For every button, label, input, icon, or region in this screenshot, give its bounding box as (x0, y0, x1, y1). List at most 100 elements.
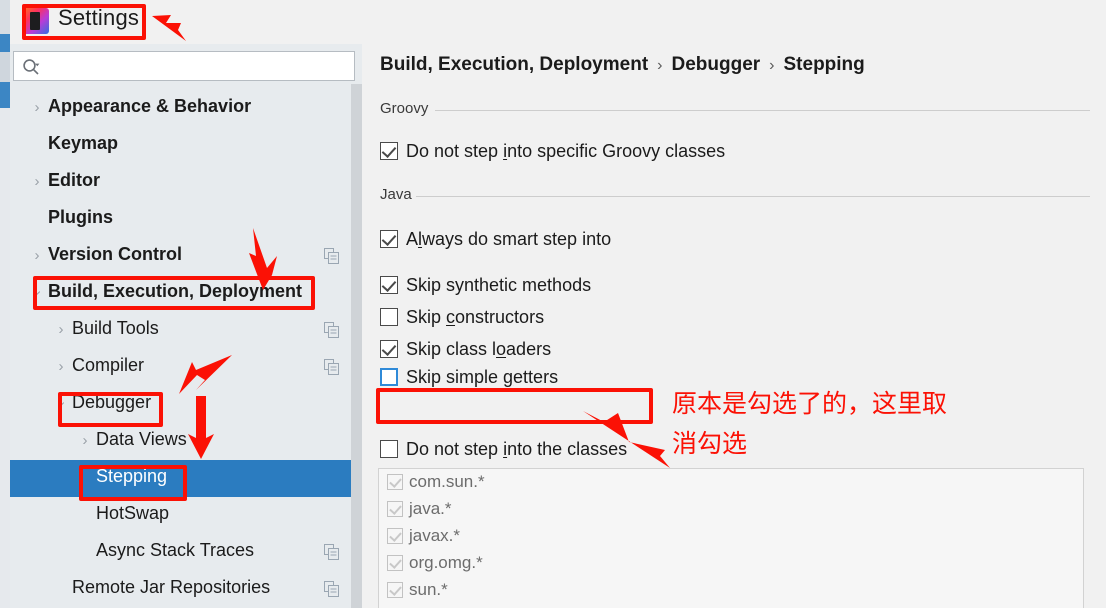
sidebar-item-debugger[interactable]: › Debugger (10, 386, 362, 423)
breadcrumb: Build, Execution, Deployment › Debugger › St… (380, 54, 865, 76)
class-filter-label: jdk.internal.* (409, 604, 503, 608)
sidebar-item-appearance-behavior[interactable]: › Appearance & Behavior (10, 90, 362, 127)
label-part: A (406, 229, 419, 249)
class-filter-row[interactable]: javax.* (379, 523, 1083, 550)
sidebar-item-data-views[interactable]: › Data Views (10, 423, 362, 460)
checkbox-label: Skip synthetic methods (406, 272, 591, 298)
sidebar-item-stepping[interactable]: Stepping (10, 460, 362, 497)
checkbox-label: Do not step into specific Groovy classes (406, 138, 725, 164)
checkbox-checked-disabled-icon (387, 528, 403, 544)
sidebar-item-plugins[interactable]: Plugins (10, 201, 362, 238)
chevron-right-icon[interactable]: › (78, 433, 92, 448)
checkbox-checked-icon[interactable] (380, 276, 398, 294)
sidebar-item-label: Build, Execution, Deployment (48, 281, 303, 301)
class-filter-row[interactable]: org.omg.* (379, 550, 1083, 577)
checkbox-label: Always do smart step into (406, 226, 611, 252)
chevron-right-icon[interactable]: › (30, 174, 44, 189)
sidebar-item-async-stack-traces[interactable]: Async Stack Traces (10, 534, 362, 571)
checkbox-checked-disabled-icon (387, 474, 403, 490)
class-filter-row[interactable]: sun.* (379, 577, 1083, 604)
ide-background-strip (0, 0, 10, 608)
label-part: Skip simple (406, 367, 504, 387)
class-filter-label: java.* (409, 499, 452, 518)
label-part: Do not step (406, 141, 504, 161)
sidebar-item-compiler[interactable]: › Compiler (10, 349, 362, 386)
chevron-down-icon[interactable]: › (53, 397, 70, 411)
sidebar-item-label: Editor (48, 170, 100, 190)
sidebar-item-remote-jar-repositories[interactable]: Remote Jar Repositories (10, 571, 362, 608)
label-part: ways do smart step into (422, 229, 612, 249)
copy-icon[interactable] (324, 544, 340, 560)
chevron-right-icon[interactable]: › (54, 359, 68, 374)
checkbox-checked-icon[interactable] (380, 230, 398, 248)
section-header-groovy: Groovy (380, 100, 1090, 120)
section-rule (435, 110, 1090, 111)
checkbox-label: Skip simple getters (406, 364, 558, 390)
section-header-java: Java (380, 186, 1090, 206)
label-part: Skip class l (406, 339, 497, 359)
checkbox-unchecked-icon[interactable] (380, 308, 398, 326)
search-box[interactable] (13, 51, 355, 82)
sidebar-item-label: Compiler (72, 355, 145, 375)
class-filter-row[interactable]: jdk.internal.* (379, 604, 1083, 608)
settings-tree[interactable]: › Appearance & Behavior Keymap › Editor Plugi… (10, 90, 362, 608)
label-part: aders (506, 339, 552, 359)
dialog-title-bar: Settings (10, 0, 1106, 44)
copy-icon[interactable] (324, 581, 340, 597)
checkbox-label: Skip constructors (406, 304, 544, 330)
sidebar-item-label: Data Views (96, 429, 187, 449)
dialog-title: Settings (58, 5, 140, 30)
chevron-right-icon[interactable]: › (30, 248, 44, 263)
sidebar-item-keymap[interactable]: Keymap (10, 127, 362, 164)
sidebar-item-label: Build Tools (72, 318, 159, 338)
checkbox-checked-disabled-icon (387, 501, 403, 517)
breadcrumb-part: Build, Execution, Deployment (380, 54, 649, 75)
settings-sidebar: › Appearance & Behavior Keymap › Editor Plugi… (10, 44, 362, 608)
copy-icon[interactable] (324, 359, 340, 375)
checkbox-checked-disabled-icon (387, 582, 403, 598)
settings-content-pane: Build, Execution, Deployment › Debugger › St… (362, 44, 1106, 608)
breadcrumb-part: Stepping (783, 54, 865, 75)
search-icon (23, 59, 40, 75)
copy-icon[interactable] (324, 322, 340, 338)
sidebar-item-label: Appearance & Behavior (48, 96, 252, 116)
settings-dialog-screenshot: Settings › Appearance & Behavior Keymap › Ed… (0, 0, 1106, 608)
sidebar-item-label: Remote Jar Repositories (72, 577, 271, 597)
checkbox-checked-disabled-icon (387, 555, 403, 571)
label-part: etters (513, 367, 559, 387)
sidebar-item-version-control[interactable]: › Version Control (10, 238, 362, 275)
sidebar-scrollbar[interactable] (351, 84, 362, 608)
chevron-right-icon[interactable]: › (30, 100, 44, 115)
copy-icon[interactable] (324, 248, 340, 264)
sidebar-item-label: Version Control (48, 244, 183, 264)
sidebar-item-label: Stepping (96, 466, 168, 486)
mnemonic-letter: c (446, 307, 456, 327)
sidebar-item-hotswap[interactable]: HotSwap (10, 497, 362, 534)
sidebar-item-label: Plugins (48, 207, 114, 227)
sidebar-item-build-tools[interactable]: › Build Tools (10, 312, 362, 349)
class-filter-row[interactable]: java.* (379, 496, 1083, 523)
search-input[interactable] (46, 52, 350, 82)
sidebar-item-build-execution-deployment[interactable]: › Build, Execution, Deployment (10, 275, 362, 312)
label-part: nto specific Groovy classes (507, 141, 726, 161)
dialog-body: › Appearance & Behavior Keymap › Editor Plugi… (10, 44, 1106, 608)
chevron-right-icon[interactable]: › (54, 322, 68, 337)
checkbox-checked-icon[interactable] (380, 340, 398, 358)
class-filter-label: com.sun.* (409, 472, 485, 491)
breadcrumb-separator: › (769, 57, 775, 74)
checkbox-checked-icon[interactable] (380, 142, 398, 160)
sidebar-item-editor[interactable]: › Editor (10, 164, 362, 201)
sidebar-item-label: HotSwap (96, 503, 170, 523)
checkbox-unchecked-icon[interactable] (380, 368, 398, 386)
label-part: onstructors (455, 307, 545, 327)
class-filter-label: org.omg.* (409, 553, 483, 572)
label-part: Do not step (406, 439, 504, 459)
class-filter-row[interactable]: com.sun.* (379, 469, 1083, 496)
checkbox-unchecked-icon[interactable] (380, 440, 398, 458)
chevron-down-icon[interactable]: › (29, 286, 46, 300)
checkbox-label: Do not step into the classes (406, 436, 627, 462)
sidebar-item-label: Keymap (48, 133, 119, 153)
intellij-idea-icon (23, 8, 49, 34)
breadcrumb-part: Debugger (671, 54, 761, 75)
class-filter-list[interactable]: com.sun.* java.* javax.* org.omg.* sun.* jdk.… (378, 468, 1084, 608)
